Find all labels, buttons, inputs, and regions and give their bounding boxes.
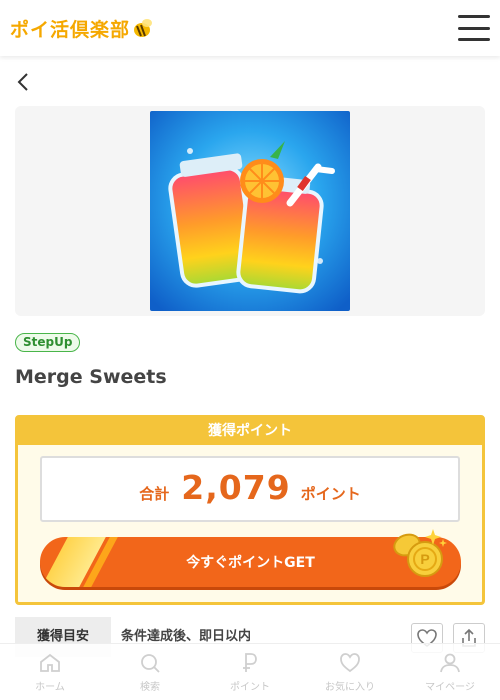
point-icon — [243, 653, 257, 672]
app-header: ポイ活倶楽部 — [0, 0, 500, 56]
tab-mypage[interactable]: マイページ — [400, 644, 500, 700]
total-label: 合計 — [139, 485, 170, 503]
search-icon — [141, 654, 160, 673]
tab-points[interactable]: ポイント — [200, 644, 300, 700]
offer-hero — [15, 106, 485, 316]
user-icon — [440, 653, 460, 673]
points-unit: ポイント — [300, 485, 361, 503]
tab-home-label: ホーム — [35, 682, 65, 693]
merge-sweets-app-icon — [150, 111, 350, 311]
stepup-badge: StepUp — [15, 333, 81, 352]
site-logo[interactable]: ポイ活倶楽部 — [10, 15, 154, 42]
tab-points-label: ポイント — [230, 682, 270, 693]
bee-icon — [134, 19, 153, 37]
total-points-box: 合計 2,079 ポイント — [40, 456, 460, 522]
logo-text: ポイ活倶楽部 — [10, 18, 131, 41]
home-icon — [40, 653, 60, 672]
tab-search[interactable]: 検索 — [100, 644, 200, 700]
get-points-label: 今すぐポイントGET — [186, 555, 315, 571]
svg-text:P: P — [420, 551, 429, 567]
tab-favorites-label: お気に入り — [325, 682, 375, 693]
heart-icon — [340, 653, 360, 673]
tab-search-label: 検索 — [140, 682, 160, 693]
tab-mypage-label: マイページ — [425, 682, 475, 693]
total-points-value: 2,079 — [181, 468, 291, 507]
offer-title: Merge Sweets — [15, 366, 167, 388]
bottom-tab-bar: ホーム 検索 ポイント お気に入り マイページ — [0, 643, 500, 700]
points-card-header: 獲得ポイント — [18, 418, 482, 445]
hamburger-menu-icon[interactable] — [458, 15, 490, 41]
tab-favorites[interactable]: お気に入り — [300, 644, 400, 700]
coins-icon: P — [393, 529, 447, 577]
chevron-left-icon[interactable] — [14, 70, 34, 94]
tab-home[interactable]: ホーム — [0, 644, 100, 700]
